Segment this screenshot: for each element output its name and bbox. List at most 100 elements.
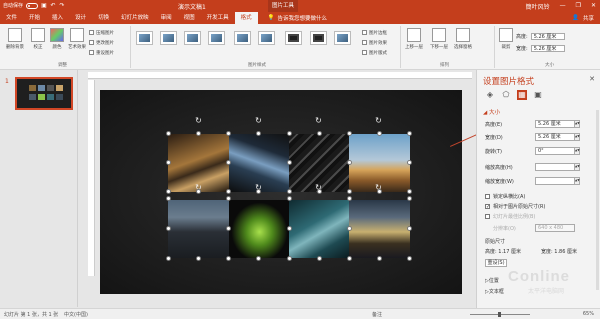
rotation-spinner[interactable]: ▲▼ — [575, 147, 580, 155]
section-position-header[interactable]: ▷ 位置 — [485, 277, 499, 285]
resize-handle[interactable] — [317, 189, 322, 194]
resize-handle[interactable] — [347, 196, 352, 201]
bring-forward-button[interactable]: 上移一层 — [403, 28, 425, 50]
resize-handle[interactable] — [347, 189, 352, 194]
selection-pane-button[interactable]: 选择窗格 — [452, 28, 474, 50]
reset-button[interactable]: 重设(S) — [485, 259, 507, 267]
section-size-header[interactable]: ◢ 大小 — [483, 108, 500, 116]
correct-button[interactable]: 校正 — [30, 28, 46, 50]
lock-aspect-checkbox[interactable]: 锁定纵横比(A) — [485, 193, 525, 200]
resize-handle[interactable] — [226, 160, 231, 165]
picture-6[interactable] — [229, 200, 290, 258]
resize-handle[interactable] — [287, 160, 292, 165]
tab-developer[interactable]: 开发工具 — [201, 12, 235, 24]
resize-handle[interactable] — [287, 226, 292, 231]
tab-insert[interactable]: 插入 — [46, 12, 69, 24]
resize-handle[interactable] — [196, 189, 201, 194]
relative-original-checkbox[interactable]: ✓ 相对于图片原始尺寸(R) — [485, 203, 545, 210]
resize-handle[interactable] — [256, 131, 261, 136]
effects-icon[interactable]: ⬠ — [501, 90, 511, 100]
tab-file[interactable]: 文件 — [0, 12, 23, 24]
zoom-slider-thumb[interactable] — [498, 312, 501, 317]
notes-button[interactable]: 备注 — [372, 311, 382, 318]
resize-handle[interactable] — [287, 131, 292, 136]
picture-layout-button[interactable]: 图片版式 — [362, 49, 387, 56]
resize-handle[interactable] — [347, 131, 352, 136]
tab-design[interactable]: 设计 — [69, 12, 92, 24]
scale-width-input[interactable] — [535, 177, 575, 185]
resize-handle[interactable] — [287, 256, 292, 261]
rotate-handle-icon[interactable]: ↻ — [314, 116, 323, 125]
picture-effects-button[interactable]: 图片效果 — [362, 39, 387, 46]
redo-icon[interactable]: ↷ — [59, 2, 65, 9]
rotate-handle-icon[interactable]: ↻ — [374, 116, 383, 125]
picture-icon[interactable]: ▣ — [533, 90, 543, 100]
tab-format[interactable]: 格式 — [234, 12, 258, 24]
resize-handle[interactable] — [256, 189, 261, 194]
resize-handle[interactable] — [196, 131, 201, 136]
height-spinner[interactable]: ▲▼ — [575, 120, 580, 128]
checkbox-box[interactable] — [485, 214, 490, 219]
rotate-handle-icon[interactable]: ↻ — [194, 116, 203, 125]
rotation-input[interactable]: 0° — [535, 147, 575, 155]
save-icon[interactable]: ▣ — [41, 2, 47, 9]
compress-pictures-button[interactable]: 压缩图片 — [89, 29, 114, 36]
picture-5[interactable] — [168, 200, 229, 258]
resize-handle[interactable] — [317, 131, 322, 136]
picture-style-6[interactable] — [258, 31, 275, 45]
color-button[interactable]: 颜色 — [49, 28, 65, 50]
resize-handle[interactable] — [196, 256, 201, 261]
slide-canvas[interactable]: ↻ ↻ ↻ ↻ ↻ ↻ ↻ ↻ — [100, 90, 462, 294]
language-indicator[interactable]: 中文(中国) — [64, 311, 88, 318]
change-picture-button[interactable]: 更改图片 — [89, 39, 114, 46]
section-textbox-header[interactable]: ▷ 文本框 — [485, 288, 504, 296]
fill-line-icon[interactable]: ◈ — [485, 90, 495, 100]
ribbon-height-input[interactable]: 5.26 厘米 — [530, 33, 565, 40]
user-name[interactable]: 簡叶风铃 — [526, 2, 550, 11]
picture-style-4[interactable] — [208, 31, 225, 45]
picture-8[interactable] — [349, 200, 410, 258]
resize-handle[interactable] — [166, 256, 171, 261]
close-icon[interactable]: ✕ — [589, 75, 595, 83]
close-button[interactable]: ✕ — [591, 2, 596, 11]
tell-me-box[interactable]: 💡 告诉我您想要做什么 — [268, 14, 327, 22]
resize-handle[interactable] — [317, 256, 322, 261]
tab-review[interactable]: 审阅 — [155, 12, 178, 24]
picture-style-3[interactable] — [184, 31, 201, 45]
picture-7[interactable] — [289, 200, 350, 258]
restore-button[interactable]: ❐ — [576, 2, 581, 11]
picture-style-8[interactable] — [310, 31, 327, 45]
reset-picture-button[interactable]: 重设图片 — [89, 49, 114, 56]
slide-thumbnail[interactable] — [15, 77, 73, 110]
resize-handle[interactable] — [287, 189, 292, 194]
send-backward-button[interactable]: 下移一层 — [428, 28, 450, 50]
scale-height-spinner[interactable]: ▲▼ — [575, 163, 580, 171]
resize-handle[interactable] — [226, 131, 231, 136]
tab-transitions[interactable]: 切换 — [92, 12, 115, 24]
picture-style-7[interactable] — [285, 31, 302, 45]
best-scale-checkbox[interactable]: 幻灯片最佳比例(B) — [485, 213, 535, 220]
size-properties-icon[interactable]: ▦ — [517, 90, 527, 100]
resize-handle[interactable] — [407, 256, 412, 261]
resize-handle[interactable] — [166, 226, 171, 231]
picture-style-2[interactable] — [160, 31, 177, 45]
tab-home[interactable]: 开始 — [23, 12, 46, 24]
undo-icon[interactable]: ↶ — [50, 2, 56, 9]
height-input[interactable]: 5.26 厘米 — [535, 120, 575, 128]
resize-handle[interactable] — [347, 226, 352, 231]
width-spinner[interactable]: ▲▼ — [575, 133, 580, 141]
resize-handle[interactable] — [166, 196, 171, 201]
resize-handle[interactable] — [377, 189, 382, 194]
picture-style-1[interactable] — [136, 31, 153, 45]
resize-handle[interactable] — [347, 160, 352, 165]
zoom-level[interactable]: 65% — [583, 311, 594, 317]
autosave-toggle[interactable] — [26, 2, 39, 9]
resize-handle[interactable] — [287, 196, 292, 201]
resize-handle[interactable] — [377, 131, 382, 136]
resize-handle[interactable] — [407, 226, 412, 231]
resize-handle[interactable] — [256, 256, 261, 261]
art-effects-button[interactable]: 艺术效果 — [67, 28, 87, 50]
share-button[interactable]: 共享 — [583, 14, 594, 22]
checkbox-box[interactable] — [485, 194, 490, 199]
resolution-select[interactable]: 640 x 480 — [535, 224, 575, 232]
